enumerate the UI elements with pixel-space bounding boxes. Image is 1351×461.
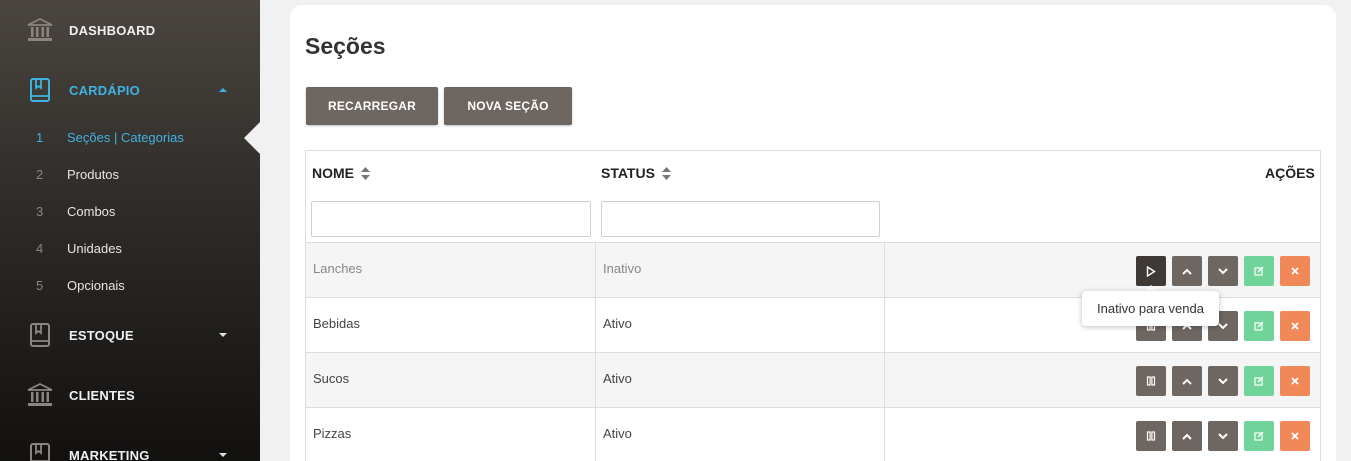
deactivate-button[interactable] <box>1136 421 1166 451</box>
table-row: Sucos Ativo <box>306 352 1320 408</box>
pause-icon <box>1146 376 1156 386</box>
row-status: Inativo <box>603 261 642 276</box>
row-name: Lanches <box>313 261 363 276</box>
close-icon <box>1291 377 1299 385</box>
deactivate-button[interactable] <box>1136 366 1166 396</box>
chevron-down-icon <box>219 333 227 337</box>
column-header-name[interactable]: NOME <box>312 165 370 181</box>
chevron-down-icon <box>1218 322 1228 329</box>
reload-button[interactable]: RECARREGAR <box>306 87 438 125</box>
close-icon <box>1291 267 1299 275</box>
page-title: Seções <box>305 33 386 59</box>
bank-icon <box>27 382 53 406</box>
sidebar-subitem-unidades[interactable]: 4 Unidades <box>0 236 260 262</box>
sidebar-item-clientes[interactable]: CLIENTES <box>0 375 260 415</box>
column-header-label: NOME <box>312 165 354 181</box>
column-header-status[interactable]: STATUS <box>601 165 671 181</box>
chevron-down-icon <box>1218 267 1228 274</box>
edit-icon <box>1254 321 1264 331</box>
subitem-label: Seções | Categorias <box>67 130 184 145</box>
edit-button[interactable] <box>1244 256 1274 286</box>
sidebar-item-cardapio[interactable]: CARDÁPIO <box>0 70 260 110</box>
sidebar-item-marketing[interactable]: MARKETING <box>0 435 260 461</box>
chevron-up-icon <box>1182 378 1192 385</box>
subitem-label: Combos <box>67 204 116 219</box>
delete-button[interactable] <box>1280 256 1310 286</box>
row-status: Ativo <box>603 371 632 386</box>
row-status: Ativo <box>603 316 632 331</box>
sidebar-subitem-opcionais[interactable]: 5 Opcionais <box>0 273 260 299</box>
sidebar-item-dashboard[interactable]: DASHBOARD <box>0 10 260 50</box>
sidebar: DASHBOARD CARDÁPIO 1 Seções | Categorias… <box>0 0 260 461</box>
book-icon <box>30 443 50 461</box>
table-row: Pizzas Ativo <box>306 407 1320 461</box>
chevron-up-icon <box>1182 433 1192 440</box>
move-down-button[interactable] <box>1208 421 1238 451</box>
status-filter-input[interactable] <box>601 201 880 237</box>
edit-icon <box>1254 376 1264 386</box>
sidebar-item-label: DASHBOARD <box>69 22 156 38</box>
delete-button[interactable] <box>1280 366 1310 396</box>
chevron-down-icon <box>1218 432 1228 439</box>
move-down-button[interactable] <box>1208 256 1238 286</box>
edit-button[interactable] <box>1244 421 1274 451</box>
column-header-actions: AÇÕES <box>1265 165 1315 181</box>
sidebar-item-label: MARKETING <box>69 447 150 461</box>
sidebar-subitem-secoes[interactable]: 1 Seções | Categorias <box>0 125 260 151</box>
move-up-button[interactable] <box>1172 256 1202 286</box>
book-icon <box>30 78 50 102</box>
subitem-number: 2 <box>36 167 44 182</box>
new-section-button[interactable]: NOVA SEÇÃO <box>444 87 572 125</box>
sort-icon <box>661 166 671 180</box>
close-icon <box>1291 432 1299 440</box>
subitem-number: 4 <box>36 241 44 256</box>
activate-button[interactable] <box>1136 256 1166 286</box>
edit-icon <box>1254 431 1264 441</box>
sidebar-item-label: CARDÁPIO <box>69 82 140 98</box>
row-name: Sucos <box>313 371 350 386</box>
sidebar-item-estoque[interactable]: ESTOQUE <box>0 315 260 355</box>
table-row: Lanches Inativo <box>306 242 1320 298</box>
move-up-button[interactable] <box>1172 366 1202 396</box>
sidebar-subitem-produtos[interactable]: 2 Produtos <box>0 162 260 188</box>
tooltip: Inativo para venda <box>1082 291 1219 326</box>
row-name: Pizzas <box>313 426 352 441</box>
move-up-button[interactable] <box>1172 421 1202 451</box>
subitem-number: 3 <box>36 204 44 219</box>
subitem-label: Produtos <box>67 167 120 182</box>
subitem-number: 1 <box>36 130 44 145</box>
active-indicator <box>244 122 260 154</box>
edit-icon <box>1254 266 1264 276</box>
subitem-label: Unidades <box>67 241 122 256</box>
play-icon <box>1146 265 1156 277</box>
edit-button[interactable] <box>1244 366 1274 396</box>
bank-icon <box>27 17 53 41</box>
subitem-label: Opcionais <box>67 278 125 293</box>
subitem-number: 5 <box>36 278 44 293</box>
sort-icon <box>361 166 370 180</box>
sidebar-item-label: ESTOQUE <box>69 327 134 343</box>
name-filter-input[interactable] <box>311 201 591 237</box>
row-status: Ativo <box>603 426 632 441</box>
chevron-down-icon <box>219 453 227 457</box>
sidebar-item-label: CLIENTES <box>69 387 135 403</box>
book-icon <box>30 323 50 347</box>
edit-button[interactable] <box>1244 311 1274 341</box>
chevron-down-icon <box>1218 377 1228 384</box>
sidebar-subitem-combos[interactable]: 3 Combos <box>0 199 260 225</box>
delete-button[interactable] <box>1280 421 1310 451</box>
column-header-label: STATUS <box>601 165 655 181</box>
close-icon <box>1291 322 1299 330</box>
content-panel: Seções RECARREGAR NOVA SEÇÃO NOME STATUS… <box>290 5 1336 461</box>
move-down-button[interactable] <box>1208 366 1238 396</box>
delete-button[interactable] <box>1280 311 1310 341</box>
chevron-up-icon <box>219 88 227 92</box>
row-name: Bebidas <box>313 316 360 331</box>
pause-icon <box>1146 431 1156 441</box>
chevron-up-icon <box>1182 268 1192 275</box>
